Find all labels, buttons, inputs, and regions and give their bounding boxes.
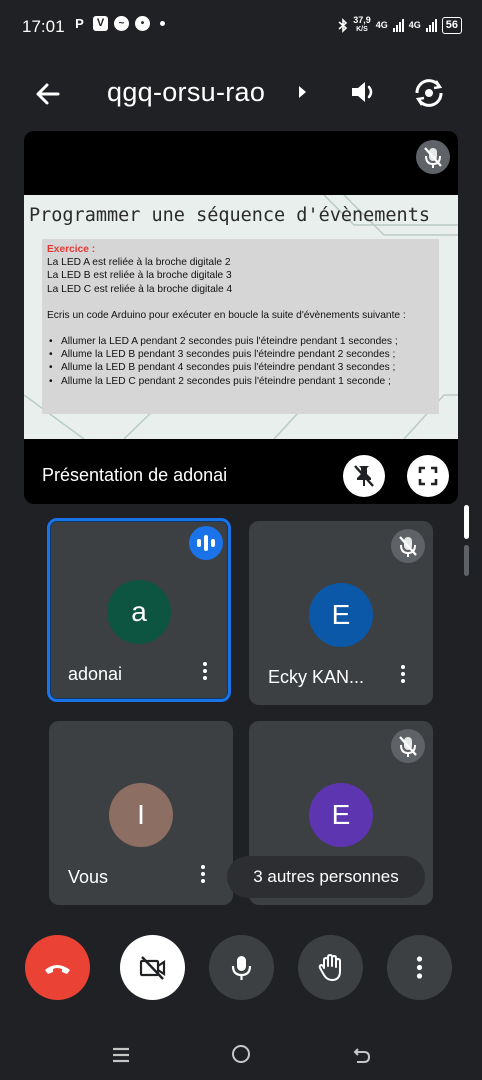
network-speed: 37,9 K/S [353, 16, 371, 34]
bluetooth-icon [338, 17, 348, 33]
avatar: E [309, 583, 373, 647]
more-notifications-icon [160, 21, 165, 26]
mic-off-icon [424, 147, 442, 168]
switch-camera-button[interactable] [412, 76, 446, 110]
slide-instruction: Ecris un code Arduino pour exécuter en b… [47, 309, 406, 321]
signal-icon-2 [425, 18, 437, 32]
exercise-label: Exercice : [47, 244, 96, 255]
avatar: E [309, 783, 373, 847]
more-vert-icon [416, 956, 423, 979]
p-app-icon: P [75, 16, 84, 31]
camera-toggle-button[interactable] [120, 935, 185, 1000]
avatar: a [107, 580, 171, 644]
participant-name: Vous [68, 867, 109, 887]
status-time: 17:01 [22, 17, 65, 36]
nav-back-icon[interactable] [352, 1045, 372, 1065]
microphone-icon [231, 956, 252, 980]
fullscreen-icon [418, 466, 438, 486]
microphone-toggle-button[interactable] [209, 935, 274, 1000]
presentation-label: Présentation de adonai [42, 465, 228, 485]
meeting-header: qgq-orsu-rao [0, 60, 482, 124]
meeting-code[interactable]: qgq-orsu-rao [107, 77, 265, 108]
slide-line: La LED C est reliée à la broche digitale… [47, 283, 233, 295]
audio-output-button[interactable] [348, 76, 380, 108]
end-call-button[interactable] [25, 935, 90, 1000]
participant-menu-button[interactable] [195, 862, 211, 890]
slide-line: La LED A est reliée à la broche digitale… [47, 257, 231, 269]
network-type-2: 4G [408, 20, 421, 30]
scrollbar-thumb[interactable] [464, 505, 469, 539]
back-arrow-icon [36, 83, 60, 105]
slide-bullet: Allume la LED C pendant 2 secondes puis … [47, 375, 434, 388]
scrollbar-track[interactable] [464, 545, 469, 576]
slide-title: Programmer une séquence d'évènements [29, 205, 430, 226]
presentation-tile[interactable]: Programmer une séquence d'évènements Exe… [24, 131, 458, 504]
participant-name: Ecky KAN... [268, 667, 365, 687]
network-type-1: 4G [375, 20, 388, 30]
mic-off-indicator [391, 729, 425, 763]
raise-hand-button[interactable] [298, 935, 363, 1000]
unpin-icon [354, 465, 374, 487]
hang-up-icon [45, 965, 70, 974]
signal-icon [392, 18, 404, 32]
v-app-icon: V [93, 16, 108, 31]
switch-camera-icon [415, 79, 443, 107]
speaking-indicator-icon [189, 526, 223, 560]
recents-icon[interactable] [112, 1046, 130, 1064]
notification-icons: P V ~ • [72, 16, 165, 31]
unpin-button[interactable] [343, 455, 385, 497]
messenger-icon: ~ [114, 16, 129, 31]
other-participants-button[interactable]: 3 autres personnes [227, 856, 425, 898]
mic-off-indicator [391, 529, 425, 563]
more-options-button[interactable] [387, 935, 452, 1000]
hand-icon [318, 954, 341, 981]
mic-off-icon [399, 736, 417, 757]
presentation-muted-indicator [416, 140, 450, 174]
chevron-right-icon[interactable] [299, 86, 306, 98]
battery-icon: 56 [441, 16, 462, 34]
status-right: 37,9 K/S 4G 4G 56 [338, 16, 462, 34]
speed-value: 37,9 [353, 15, 371, 25]
participant-menu-button[interactable] [197, 659, 213, 687]
speed-unit: K/S [356, 26, 368, 33]
mic-off-icon [399, 536, 417, 557]
slide-exercise-box: Exercice : La LED A est reliée à la broc… [42, 239, 439, 414]
slide-bullet: Allume la LED B pendant 4 secondes puis … [47, 361, 434, 374]
participant-name: adonai [68, 664, 123, 684]
camera-off-icon [139, 956, 166, 980]
participant-menu-button[interactable] [395, 662, 411, 690]
status-bar: 17:01 P V ~ • 37,9 K/S 4G 4G 56 [0, 0, 482, 54]
slide-bullet: Allume la LED B pendant 3 secondes puis … [47, 348, 434, 361]
slide-line: La LED B est reliée à la broche digitale… [47, 270, 232, 282]
home-icon[interactable] [232, 1045, 250, 1063]
speaker-icon [352, 82, 373, 102]
avatar: I [109, 783, 173, 847]
slide-bullet: Allumer la LED A pendant 2 secondes puis… [47, 335, 434, 348]
participant-tile[interactable]: E Ecky KAN... [249, 521, 433, 705]
participant-tile[interactable]: a adonai [47, 518, 231, 702]
back-button[interactable] [30, 76, 66, 112]
participant-tile[interactable]: I Vous [49, 721, 233, 905]
slide-bullet-list: Allumer la LED A pendant 2 secondes puis… [47, 335, 434, 388]
shared-slide: Programmer une séquence d'évènements Exe… [24, 195, 458, 439]
fullscreen-button[interactable] [407, 455, 449, 497]
chat-icon: • [135, 16, 150, 31]
